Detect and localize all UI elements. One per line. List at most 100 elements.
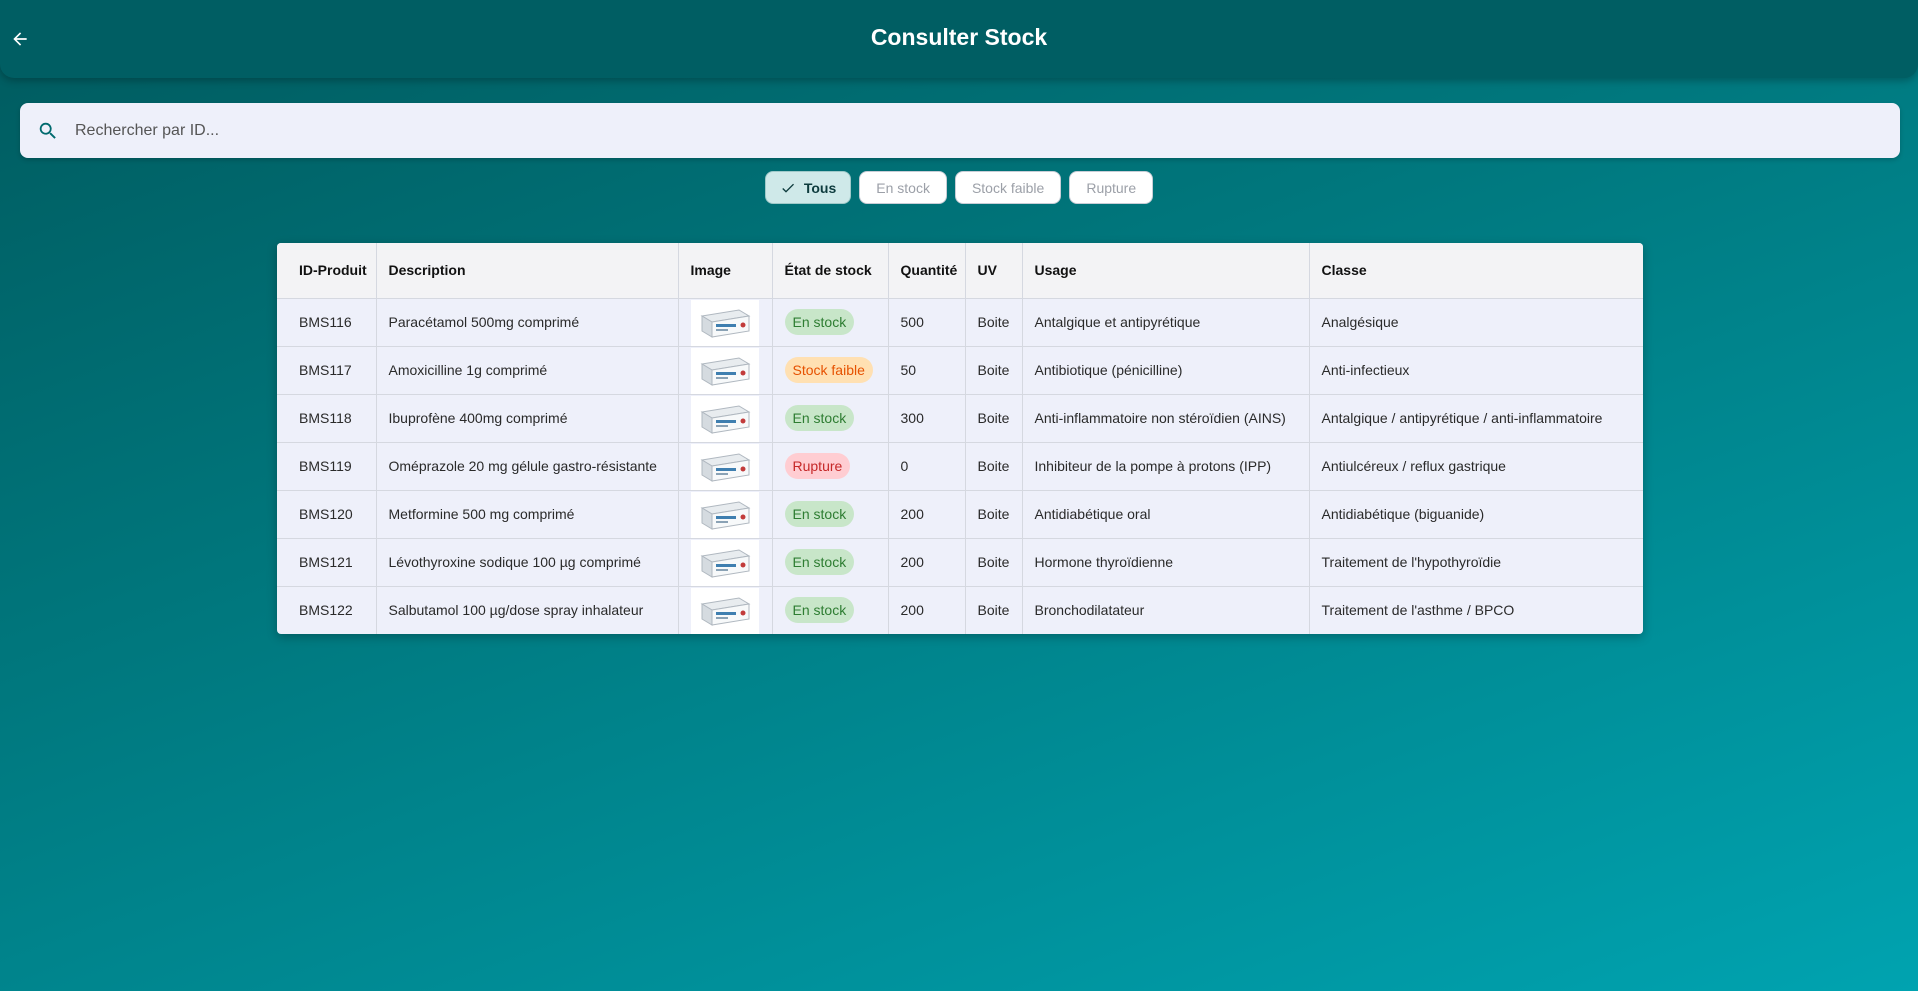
page-title: Consulter Stock [870,24,1048,50]
filter-chip-en-stock[interactable]: En stock [859,171,947,204]
cell-status: En stock [772,538,889,586]
column-header-classe[interactable]: Classe [1309,243,1643,298]
column-header-quantity[interactable]: Quantité [888,243,966,298]
cell-status: Rupture [772,442,889,490]
cell-uv: Boite [965,490,1023,538]
table-row[interactable]: BMS119 Oméprazole 20 mg gélule gastro-rés… [277,442,1643,490]
cell-usage: Anti-inflammatoire non stéroïdien (AINS) [1022,394,1310,442]
cell-uv: Boite [965,586,1023,634]
cell-image [678,538,773,586]
status-badge: En stock [784,597,855,624]
cell-description: Paracétamol 500mg comprimé [376,298,679,346]
cell-status: En stock [772,586,889,634]
cell-image [678,346,773,394]
column-header-usage[interactable]: Usage [1022,243,1310,298]
cell-product-id: BMS121 [277,538,377,586]
cell-uv: Boite [965,394,1023,442]
column-header-description[interactable]: Description [376,243,679,298]
status-badge: Rupture [784,453,851,479]
medicine-box-icon [700,356,750,386]
cell-image [678,490,773,538]
search-bar [20,103,1900,158]
cell-classe: Traitement de l'asthme / BPCO [1321,602,1515,619]
app-bar: Consulter Stock [0,0,1918,78]
cell-description: Amoxicilline 1g comprimé [376,346,679,394]
cell-product-id: BMS116 [277,298,377,346]
cell-product-id: BMS119 [277,442,377,490]
chip-label: Stock faible [971,179,1045,196]
status-badge: Stock faible [784,357,873,383]
filter-chip-stock-faible[interactable]: Stock faible [954,171,1062,204]
cell-quantity: 200 [888,490,966,538]
cell-status: En stock [772,298,889,346]
cell-product-id: BMS122 [277,586,377,634]
cell-quantity: 300 [888,394,966,442]
column-header-id[interactable]: ID-Produit [277,243,377,298]
cell-product-id: BMS120 [277,490,377,538]
cell-image [678,298,773,346]
cell-uv: Boite [965,346,1023,394]
stock-table: ID-Produit Description Image État de sto… [277,243,1643,634]
column-header-image[interactable]: Image [678,243,773,298]
medicine-box-icon [700,452,750,482]
cell-image [678,394,773,442]
cell-product-id: BMS118 [277,394,377,442]
cell-usage: Antibiotique (pénicilline) [1022,346,1310,394]
cell-classe: Analgésique [1321,314,1399,330]
filter-chip-rupture[interactable]: Rupture [1069,171,1154,204]
cell-uv: Boite [965,538,1023,586]
cell-usage: Antalgique et antipyrétique [1022,298,1310,346]
cell-status: En stock [772,490,889,538]
cell-image [678,442,773,490]
cell-usage: Hormone thyroïdienne [1022,538,1310,586]
cell-classe: Antalgique / antipyrétique / anti-inflam… [1321,410,1603,426]
table-row[interactable]: BMS122 Salbutamol 100 µg/dose spray inhal… [277,586,1643,634]
product-image [690,299,759,346]
cell-classe: Traitement de l'hypothyroïdie [1321,554,1502,570]
status-badge: En stock [784,549,855,575]
cell-uv: Boite [965,442,1023,490]
chip-label: Tous [803,179,837,196]
table-row[interactable]: BMS121 Lévothyroxine sodique 100 µg compr… [277,538,1643,586]
cell-usage: Bronchodilatateur [1022,586,1310,634]
column-header-uv[interactable]: UV [965,243,1023,298]
column-header-status[interactable]: État de stock [772,243,889,298]
table-row[interactable]: BMS120 Metformine 500 mg comprimé En stock… [277,490,1643,538]
table-row[interactable]: BMS118 Ibuprofène 400mg comprimé En stock 3… [277,394,1643,442]
filter-chip-tous[interactable]: Tous [764,171,852,204]
search-input[interactable] [73,109,1837,152]
cell-quantity: 50 [888,346,966,394]
cell-quantity: 200 [888,586,966,634]
medicine-box-icon [700,404,750,434]
cell-quantity: 200 [888,538,966,586]
table-row[interactable]: BMS117 Amoxicilline 1g comprimé Stock faib… [277,346,1643,394]
table-row[interactable]: BMS116 Paracétamol 500mg comprimé En stock… [277,298,1643,346]
status-badge: En stock [784,309,855,335]
product-image [690,587,759,634]
cell-quantity: 500 [888,298,966,346]
product-image [690,443,759,490]
stock-table-card: ID-Produit Description Image État de sto… [277,243,1643,634]
cell-classe: Anti-infectieux [1321,362,1410,378]
cell-image [678,586,773,634]
check-icon [782,183,794,193]
cell-usage: Antidiabétique oral [1022,490,1310,538]
filter-chips: Tous En stock Stock faible Rupture [0,171,1918,204]
cell-description: Ibuprofène 400mg comprimé [376,394,679,442]
table-header-row: ID-Produit Description Image État de sto… [277,243,1643,298]
cell-description: Lévothyroxine sodique 100 µg comprimé [376,538,679,586]
medicine-box-icon [700,597,750,626]
search-icon [39,122,56,139]
cell-description: Metformine 500 mg comprimé [376,490,679,538]
cell-uv: Boite [965,298,1023,346]
product-image [690,491,759,538]
status-badge: En stock [784,405,855,431]
product-image [690,539,759,586]
cell-classe: Antidiabétique (biguanide) [1321,506,1485,522]
cell-usage: Inhibiteur de la pompe à protons (IPP) [1022,442,1310,490]
product-image [690,395,759,442]
cell-description: Salbutamol 100 µg/dose spray inhalateur [376,586,679,634]
status-badge: En stock [784,501,855,527]
cell-classe: Antiulcéreux / reflux gastrique [1321,458,1506,474]
cell-status: Stock faible [772,346,889,394]
